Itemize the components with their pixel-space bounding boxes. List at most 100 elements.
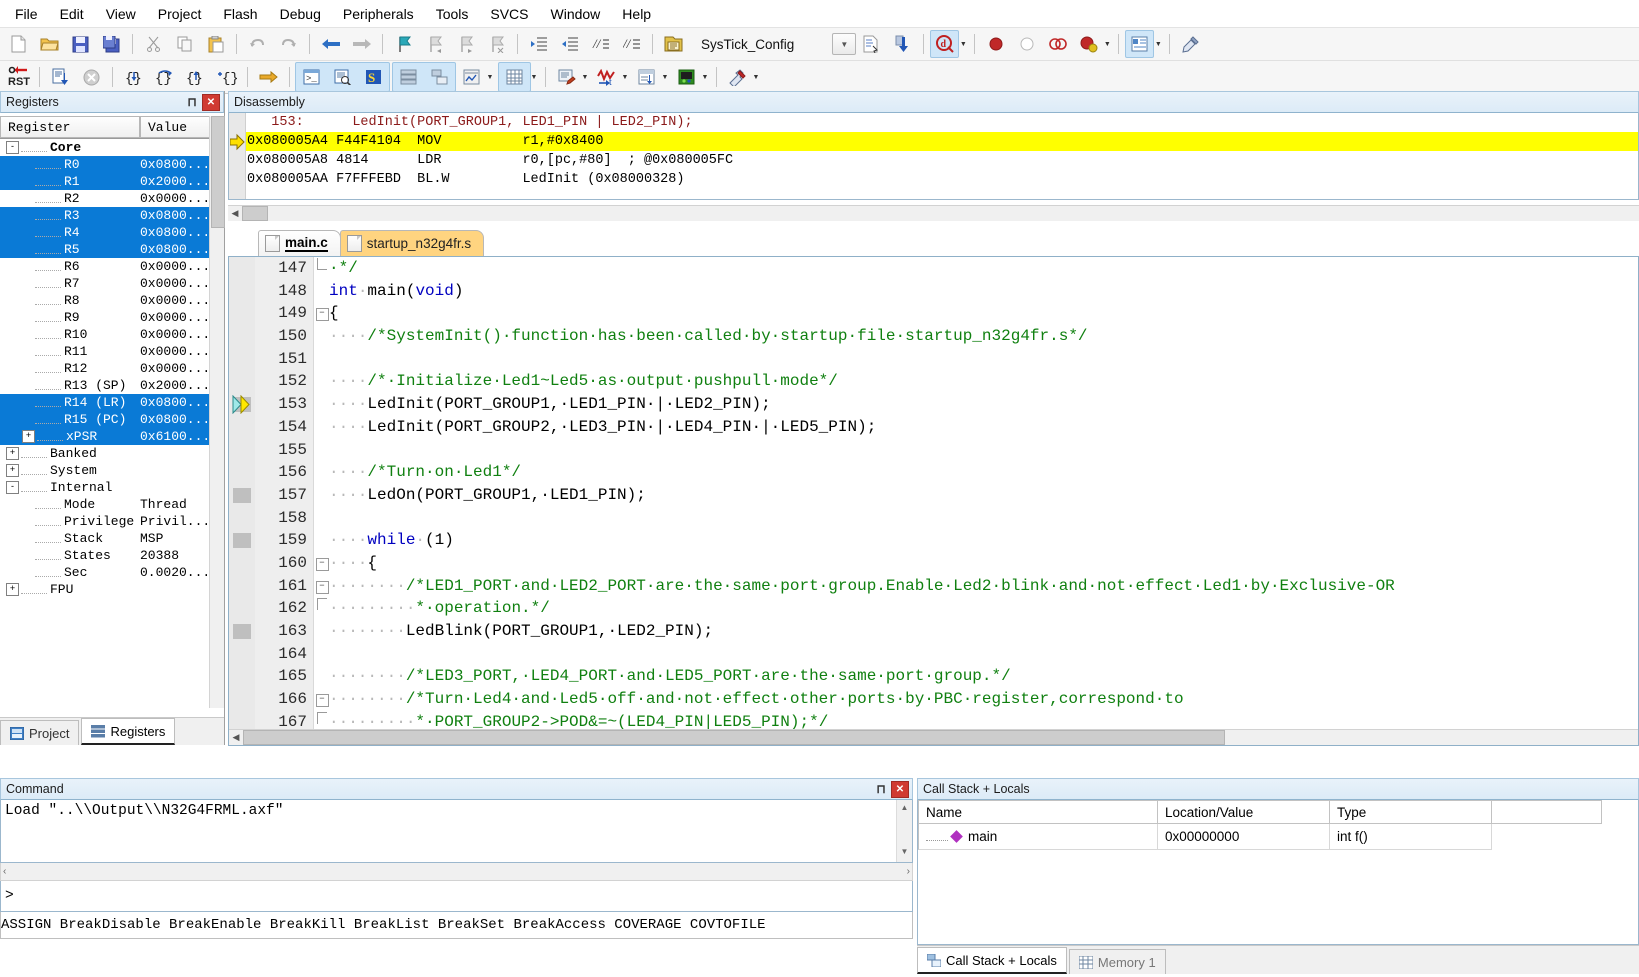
register-row[interactable]: + Banked bbox=[0, 445, 224, 462]
undo-icon[interactable] bbox=[243, 30, 272, 58]
save-icon[interactable] bbox=[66, 30, 95, 58]
code-line[interactable]: 153 ····LedInit(PORT_GROUP1,·LED1_PIN·|·L… bbox=[229, 393, 1638, 416]
disassembly-body[interactable]: 153: LedInit(PORT_GROUP1, LED1_PIN | LED… bbox=[228, 113, 1639, 200]
copy-icon[interactable] bbox=[170, 30, 199, 58]
register-row[interactable]: R10 0x0000... bbox=[0, 326, 224, 343]
register-row[interactable]: R7 0x0000... bbox=[0, 275, 224, 292]
bookmark-prev-icon[interactable] bbox=[420, 30, 449, 58]
reset-cpu-icon[interactable]: RST bbox=[4, 63, 33, 91]
code-fold-icon[interactable] bbox=[315, 597, 329, 620]
register-row[interactable]: + xPSR 0x6100... bbox=[0, 428, 224, 445]
indent-icon[interactable] bbox=[524, 30, 553, 58]
kill-all-breakpoints-icon[interactable] bbox=[1043, 30, 1072, 58]
register-row[interactable]: R4 0x0800... bbox=[0, 224, 224, 241]
components-dropdown-caret[interactable]: ▼ bbox=[1152, 31, 1164, 57]
pin-icon[interactable]: ⊓ bbox=[185, 95, 199, 109]
tree-expander-icon[interactable]: + bbox=[6, 583, 19, 597]
code-line[interactable]: 159 ····while·(1) bbox=[229, 529, 1638, 552]
system-viewer-icon[interactable] bbox=[672, 63, 701, 91]
code-fold-icon[interactable]: − bbox=[315, 302, 329, 325]
command-scroll-left-icon[interactable]: ‹ bbox=[3, 866, 6, 877]
serial-window-icon[interactable] bbox=[552, 63, 581, 91]
code-fold-icon[interactable]: − bbox=[315, 552, 329, 575]
menu-item-flash[interactable]: Flash bbox=[212, 2, 268, 26]
step-out-icon[interactable]: {} bbox=[181, 63, 210, 91]
bookmark-toggle-icon[interactable] bbox=[389, 30, 418, 58]
cut-icon[interactable] bbox=[139, 30, 168, 58]
command-input[interactable]: > bbox=[0, 881, 913, 912]
scroll-up-icon[interactable]: ▲ bbox=[897, 800, 912, 814]
code-line[interactable]: 148 int·main(void) bbox=[229, 280, 1638, 303]
editor-tab-main-c[interactable]: main.c bbox=[258, 230, 341, 256]
register-row[interactable]: R13 (SP) 0x2000... bbox=[0, 377, 224, 394]
register-row[interactable]: R6 0x0000... bbox=[0, 258, 224, 275]
register-row[interactable]: - Core bbox=[0, 139, 224, 156]
call-stack-window-icon[interactable] bbox=[425, 63, 454, 91]
close-icon[interactable]: ✕ bbox=[202, 93, 220, 111]
stop-icon[interactable] bbox=[77, 63, 106, 91]
registers-scrollbar[interactable] bbox=[209, 116, 225, 708]
code-line[interactable]: 150 ····/*SystemInit()·function·has·been·… bbox=[229, 325, 1638, 348]
navigate-forward-icon[interactable] bbox=[347, 30, 376, 58]
editor-tab-startup-n32g4fr-s[interactable]: startup_n32g4fr.s bbox=[339, 230, 485, 256]
disassembly-hscrollbar[interactable]: ◀ bbox=[228, 205, 1639, 221]
code-line[interactable]: 155 bbox=[229, 439, 1638, 462]
batch-build-icon[interactable] bbox=[857, 30, 886, 58]
code-fold-icon[interactable]: − bbox=[315, 575, 329, 598]
menu-item-view[interactable]: View bbox=[95, 2, 147, 26]
tree-expander-icon[interactable]: + bbox=[6, 464, 19, 478]
command-pin-icon[interactable]: ⊓ bbox=[874, 782, 888, 796]
code-line[interactable]: 157 ····LedOn(PORT_GROUP1,·LED1_PIN); bbox=[229, 484, 1638, 507]
step-into-icon[interactable]: {} bbox=[119, 63, 148, 91]
register-row[interactable]: R11 0x0000... bbox=[0, 343, 224, 360]
disassembly-line[interactable]: 0x080005A4 F44F4104 MOV r1,#0x8400 bbox=[229, 132, 1638, 151]
register-row[interactable]: Stack MSP bbox=[0, 530, 224, 547]
code-line[interactable]: 152 ····/*·Initialize·Led1~Led5·as·output… bbox=[229, 370, 1638, 393]
tree-expander-icon[interactable]: + bbox=[6, 447, 19, 461]
menu-item-edit[interactable]: Edit bbox=[49, 2, 95, 26]
editor-scroll-left-icon[interactable]: ◀ bbox=[229, 731, 243, 744]
symbols-window-icon[interactable]: S bbox=[359, 63, 388, 91]
command-window-icon[interactable]: >_ bbox=[297, 63, 326, 91]
dock-tab-registers[interactable]: Registers bbox=[81, 718, 176, 745]
call-stack-body[interactable]: Name Location/Value Type main 0x00000000 i… bbox=[917, 800, 1639, 945]
manage-components-icon[interactable] bbox=[1125, 30, 1155, 58]
run-icon[interactable] bbox=[46, 63, 75, 91]
registers-window-icon[interactable] bbox=[394, 63, 423, 91]
code-line[interactable]: 165 ········/*LED3_PORT,·LED4_PORT·and·LE… bbox=[229, 665, 1638, 688]
register-row[interactable]: R1 0x2000... bbox=[0, 173, 224, 190]
code-line[interactable]: 158 bbox=[229, 507, 1638, 530]
register-row[interactable]: R9 0x0000... bbox=[0, 309, 224, 326]
code-line[interactable]: 166− ········/*Turn·Led4·and·Led5·off·and… bbox=[229, 688, 1638, 711]
code-fold-icon[interactable]: − bbox=[315, 688, 329, 711]
register-row[interactable]: Privilege Privil... bbox=[0, 513, 224, 530]
save-all-icon[interactable] bbox=[97, 30, 126, 58]
register-row[interactable]: R0 0x0800... bbox=[0, 156, 224, 173]
dock-tab-project[interactable]: Project bbox=[0, 720, 80, 745]
show-next-statement-icon[interactable] bbox=[254, 63, 283, 91]
code-line[interactable]: 151 bbox=[229, 348, 1638, 371]
breakpoint-marker[interactable] bbox=[233, 487, 251, 503]
editor-code-area[interactable]: 147 ·*/148 int·main(void) 149−{150 ····/*Sys… bbox=[229, 257, 1638, 731]
code-line[interactable]: 156 ····/*Turn·on·Led1*/ bbox=[229, 461, 1638, 484]
analysis-window-icon[interactable]: t bbox=[592, 63, 621, 91]
debug-dropdown-caret[interactable]: ▼ bbox=[957, 31, 969, 57]
register-row[interactable]: Sec 0.0020... bbox=[0, 564, 224, 581]
disassembly-line[interactable]: 0x080005AA F7FFFEBD BL.W LedInit (0x0800… bbox=[229, 170, 1638, 189]
new-file-icon[interactable] bbox=[4, 30, 33, 58]
scroll-left-icon[interactable]: ◀ bbox=[228, 207, 242, 220]
code-line[interactable]: 162 ·········*·operation.*/ bbox=[229, 597, 1638, 620]
trace-icon[interactable] bbox=[632, 63, 661, 91]
menu-item-window[interactable]: Window bbox=[540, 2, 612, 26]
open-file-icon[interactable] bbox=[35, 30, 64, 58]
tree-expander-icon[interactable]: + bbox=[22, 430, 35, 444]
dock-tab-memory-1[interactable]: Memory 1 bbox=[1068, 949, 1166, 974]
register-row[interactable]: R12 0x0000... bbox=[0, 360, 224, 377]
run-to-cursor-icon[interactable]: {} bbox=[212, 63, 241, 91]
command-output[interactable]: Load "..\\Output\\N32G4FRML.axf" ▲ ▼ bbox=[0, 800, 913, 863]
menu-item-peripherals[interactable]: Peripherals bbox=[332, 2, 425, 26]
menu-item-project[interactable]: Project bbox=[147, 2, 213, 26]
comment-icon[interactable]: // bbox=[586, 30, 615, 58]
registers-tree[interactable]: - Core R0 0x0800... R1 0x2000... R2 0x0000... R3… bbox=[0, 139, 224, 731]
uncomment-icon[interactable]: // bbox=[617, 30, 646, 58]
